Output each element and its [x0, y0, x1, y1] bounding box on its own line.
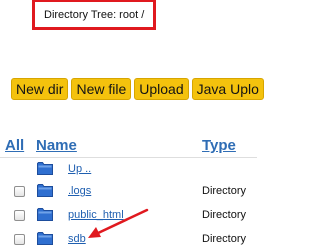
- file-toolbar: New dir New file Upload Java Uplo: [11, 78, 264, 100]
- row-checkbox[interactable]: [14, 186, 25, 197]
- name-column-header[interactable]: Name: [36, 137, 77, 154]
- row-checkbox[interactable]: [14, 234, 25, 245]
- header-divider: [0, 157, 257, 158]
- directory-tree-label: Directory Tree: root /: [32, 0, 157, 30]
- upload-button[interactable]: Upload: [134, 78, 189, 100]
- new-dir-button[interactable]: New dir: [11, 78, 69, 100]
- directory-tree-text: Directory Tree: root /: [44, 8, 145, 21]
- folder-icon[interactable]: [37, 161, 53, 175]
- row-checkbox[interactable]: [14, 210, 25, 221]
- select-all-link[interactable]: All: [5, 137, 24, 154]
- red-arrow-icon: [88, 208, 149, 238]
- table-row-up: Up ..: [0, 159, 257, 181]
- folder-icon[interactable]: [37, 207, 53, 221]
- folder-icon[interactable]: [37, 183, 53, 197]
- type-column-header[interactable]: Type: [202, 137, 236, 154]
- row-type: Directory: [202, 185, 247, 197]
- row-type: Directory: [202, 209, 247, 221]
- row-name-link[interactable]: Up ..: [68, 163, 91, 175]
- row-type: Directory: [202, 233, 247, 245]
- row-name-link[interactable]: sdb: [68, 233, 86, 245]
- java-upload-button[interactable]: Java Uplo: [191, 78, 264, 100]
- row-name-link[interactable]: .logs: [68, 185, 91, 197]
- folder-icon[interactable]: [37, 231, 53, 245]
- new-file-button[interactable]: New file: [71, 78, 132, 100]
- table-row-logs: .logs Directory: [0, 181, 257, 203]
